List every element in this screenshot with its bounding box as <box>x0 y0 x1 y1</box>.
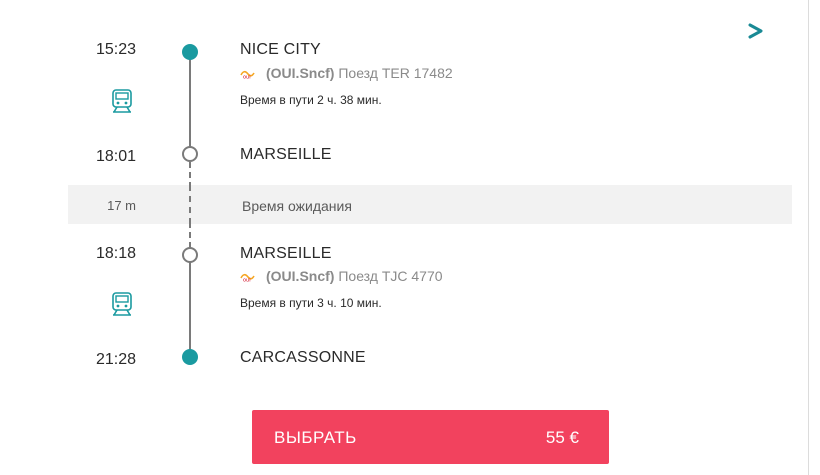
timeline-segment-1 <box>189 56 191 148</box>
final-arrival-station: CARCASSONNE <box>240 349 366 366</box>
arrival-time: 18:01 <box>95 148 136 165</box>
leg-2-train-number: Поезд TJC 4770 <box>338 268 443 284</box>
leg-1-duration: Время в пути 2 ч. 38 мин. <box>240 93 382 107</box>
departure-dot <box>182 44 198 60</box>
final-arrival-time: 21:28 <box>95 351 136 368</box>
transfer-arrival-station: MARSEILLE <box>240 146 332 163</box>
leg-1-operator: (OUI.Sncf) <box>266 65 335 81</box>
leg-2-carrier-info: oui (OUI.Sncf) Поезд TJC 4770 <box>240 268 443 284</box>
timeline-segment-2 <box>189 262 191 354</box>
wait-label: Время ожидания <box>242 198 352 214</box>
oui-sncf-logo: oui <box>240 274 255 283</box>
departure-station: NICE CITY <box>240 41 321 58</box>
svg-text:oui: oui <box>243 278 251 283</box>
leg-1-train-number: Поезд TER 17482 <box>338 65 453 81</box>
transfer-departure-station: MARSEILLE <box>240 245 332 262</box>
leg-2-operator: (OUI.Sncf) <box>266 268 335 284</box>
transfer-departure-time: 18:18 <box>95 245 136 262</box>
transfer-departure-dot <box>182 247 198 263</box>
transfer-wait-row <box>68 185 792 224</box>
svg-text:oui: oui <box>243 75 251 80</box>
leg-1-carrier-info: oui (OUI.Sncf) Поезд TER 17482 <box>240 65 453 81</box>
final-arrival-dot <box>182 349 198 365</box>
oui-sncf-logo: oui <box>240 71 255 80</box>
timeline-transfer-segment-overlay <box>189 185 191 224</box>
transfer-arrival-dot <box>182 146 198 162</box>
departure-time: 15:23 <box>95 41 136 58</box>
wait-duration: 17 m <box>107 198 136 213</box>
panel-right-border <box>808 0 809 475</box>
select-trip-button[interactable]: ВЫБРАТЬ 55 € <box>252 410 609 464</box>
leg-2-duration: Время в пути 3 ч. 10 мин. <box>240 296 382 310</box>
select-button-label: ВЫБРАТЬ <box>274 428 357 447</box>
chevron-right-icon[interactable] <box>747 22 765 40</box>
trip-price: 55 € <box>545 428 579 447</box>
train-icon <box>112 89 132 113</box>
train-icon <box>112 292 132 316</box>
